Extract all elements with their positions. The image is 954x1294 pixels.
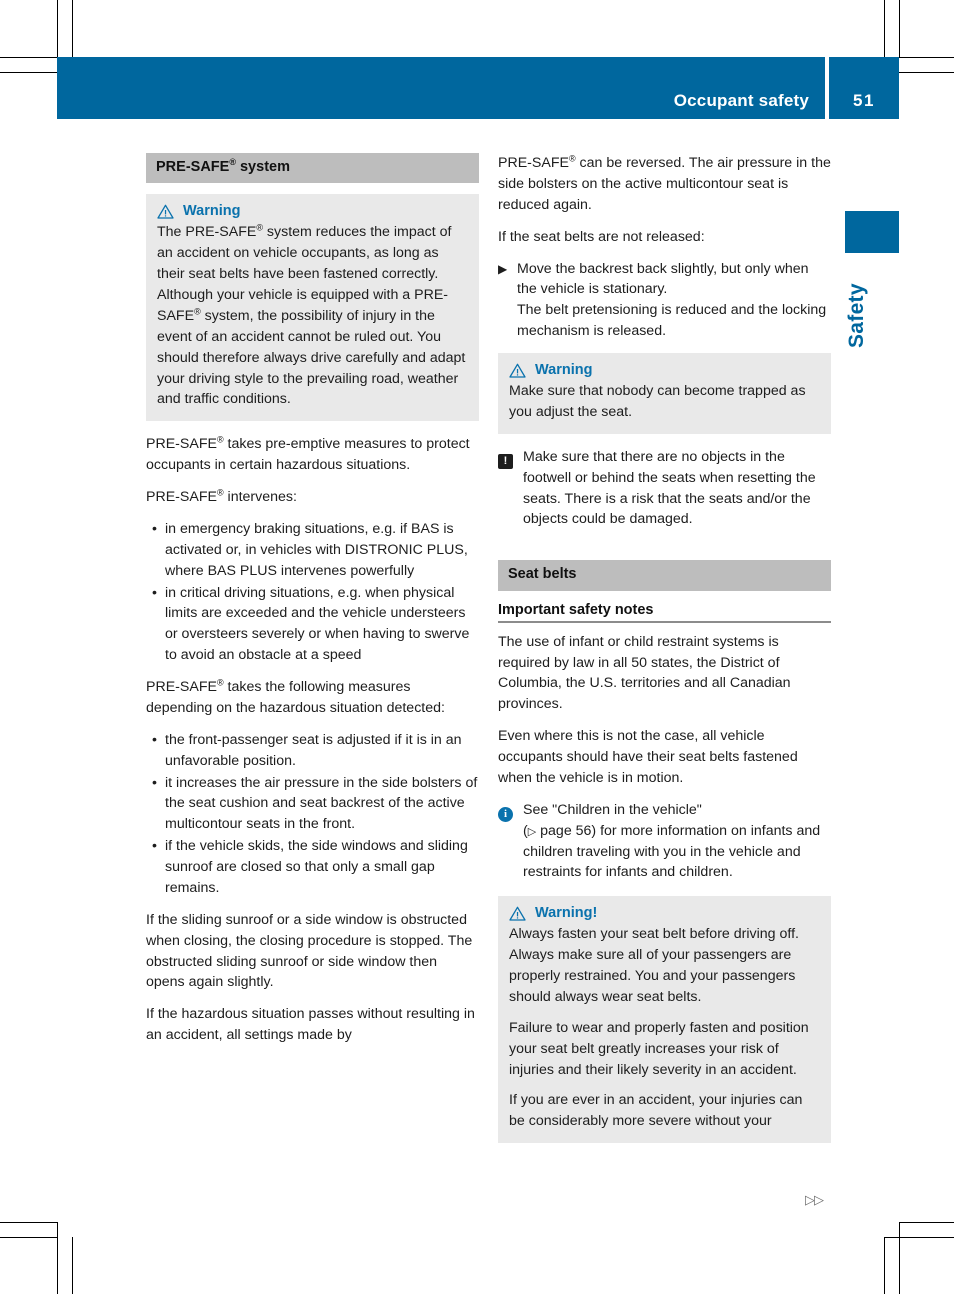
crop-mark-bottom-left-v2: [72, 1237, 73, 1294]
paragraph-measures-lead: PRE-SAFE® takes the following measures d…: [146, 677, 445, 716]
warning-triangle-icon: [509, 906, 526, 921]
paragraph-pre-emptive-measures: PRE-SAFE® takes pre-emptive measures to …: [146, 434, 470, 474]
step-list-backrest: ▶ Move the backrest back slightly, but on…: [498, 259, 831, 343]
caution-note-text: Make sure that there are no objects in t…: [523, 448, 816, 528]
paragraph-obstruction: If the sliding sunroof or a side window …: [146, 911, 473, 991]
warning-label: Warning!: [535, 905, 598, 922]
crop-mark-top-left-v2: [72, 0, 73, 57]
crop-mark-bottom-left-h1: [0, 1222, 57, 1223]
list-item: it increases the air pressure in the sid…: [146, 773, 479, 836]
caution-note-objects: ! Make sure that there are no objects in…: [498, 447, 831, 531]
continuation-marker: ▷▷: [805, 1192, 824, 1207]
paragraph-occupants-belts: Even where this is not the case, all veh…: [498, 728, 798, 786]
list-item: the front-passenger seat is adjusted if …: [146, 730, 479, 772]
warning-label: Warning: [183, 203, 241, 220]
step-arrow-icon: ▶: [498, 261, 508, 276]
left-column: PRE-SAFE® system Warning The PRE-SAFE® s…: [146, 153, 479, 1046]
crop-mark-top-left-v1: [57, 0, 58, 57]
info-circle-icon: i: [498, 803, 513, 824]
crop-mark-top-left-h2: [0, 72, 57, 73]
paragraph-reversed: PRE-SAFE® can be reversed. The air press…: [498, 153, 831, 213]
paragraph-hazard-passes: If the hazardous situation passes withou…: [146, 1006, 475, 1044]
crop-mark-top-right-h1: [899, 57, 954, 58]
warning-header: Warning: [157, 203, 468, 219]
section-heading-seat-belts: Seat belts: [498, 560, 831, 591]
warning-triangle-icon: [509, 363, 526, 378]
chapter-tab-block: [845, 211, 899, 253]
info-note-children: i See "Children in the vehicle" (▷ page 5…: [498, 800, 831, 884]
chapter-tab-label: Safety: [845, 283, 868, 348]
step-text: Move the backrest back slightly, but onl…: [517, 260, 827, 340]
crop-mark-bottom-left-h2: [0, 1237, 57, 1238]
paragraph-intervenes-lead: PRE-SAFE® intervenes:: [146, 487, 297, 506]
crop-mark-top-right-h2: [899, 72, 954, 73]
crop-mark-top-right-v1: [884, 0, 885, 57]
warning-header: Warning: [509, 362, 820, 378]
crop-mark-top-left-h1: [0, 57, 57, 58]
bullet-list-measures: the front-passenger seat is adjusted if …: [146, 730, 479, 899]
subheading-important-safety-notes: Important safety notes: [498, 602, 831, 623]
warning-text: Failure to wear and properly fasten and …: [509, 1019, 809, 1078]
warning-triangle-icon: [157, 204, 174, 219]
crop-mark-bottom-right-v1: [899, 1222, 900, 1294]
page-header-band: Occupant safety: [57, 57, 825, 119]
exclamation-box-icon: !: [498, 450, 513, 471]
crop-mark-bottom-right-h2: [884, 1237, 954, 1238]
paragraph-belts-not-released: If the seat belts are not released:: [498, 228, 705, 245]
warning-box-seat-belt: Warning! Always fasten your seat belt be…: [498, 896, 831, 1144]
right-column: PRE-SAFE® can be reversed. The air press…: [498, 153, 831, 1156]
paragraph-restraint-law: The use of infant or child restraint sys…: [498, 633, 791, 713]
bullet-list-intervenes: in emergency braking situations, e.g. if…: [146, 519, 479, 666]
crop-mark-bottom-right-h1: [899, 1222, 954, 1223]
warning-text: Make sure that nobody can become trapped…: [509, 383, 806, 420]
warning-box-trapped: Warning Make sure that nobody can become…: [498, 353, 831, 434]
list-item: in critical driving situations, e.g. whe…: [146, 583, 479, 667]
warning-text: Always fasten your seat belt before driv…: [509, 926, 799, 1005]
warning-header: Warning!: [509, 905, 820, 921]
crop-mark-bottom-right-v2: [884, 1237, 885, 1294]
page-title: Occupant safety: [673, 91, 809, 110]
warning-text: If you are ever in an accident, your inj…: [509, 1092, 803, 1130]
crop-mark-top-right-v2: [899, 0, 900, 57]
list-item: in emergency braking situations, e.g. if…: [146, 519, 479, 582]
warning-label: Warning: [535, 362, 593, 378]
section-heading-pre-safe-system: PRE-SAFE® system: [146, 153, 479, 184]
list-item: if the vehicle skids, the side windows a…: [146, 836, 479, 899]
page-number-box: 51: [829, 57, 899, 119]
info-note-text: See "Children in the vehicle" (▷ page 56)…: [523, 801, 821, 881]
warning-box-pre-safe: Warning The PRE-SAFE® system reduces the…: [146, 194, 479, 422]
list-item: ▶ Move the backrest back slightly, but on…: [498, 259, 831, 343]
crop-mark-bottom-left-v1: [57, 1222, 58, 1294]
page-number: 51: [853, 91, 875, 110]
warning-text: The PRE-SAFE® system reduces the impact …: [157, 222, 466, 408]
